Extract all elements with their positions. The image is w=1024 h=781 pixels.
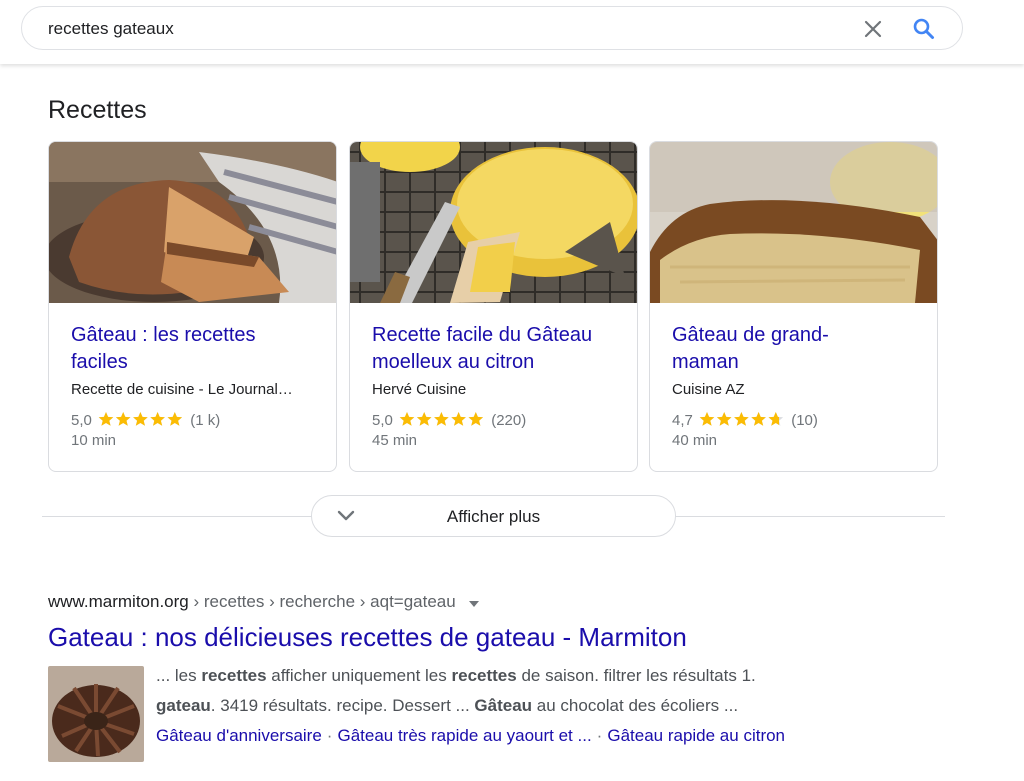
review-count: (1 k): [190, 412, 221, 429]
star-icon: [699, 412, 715, 426]
snippet-text: ... les: [156, 666, 202, 685]
rating-value: 5,0: [71, 412, 92, 429]
result-snippet-line: ... les recettes afficher uniquement les…: [156, 666, 1016, 686]
show-more-label: Afficher plus: [446, 507, 541, 526]
search-box[interactable]: [21, 6, 963, 50]
result-sitelinks: Gâteau d'anniversaire · Gâteau très rapide…: [156, 726, 785, 746]
recipe-title[interactable]: Gâteau : les recettes faciles: [71, 322, 321, 376]
result-snippet-line: gateau. 3419 résultats. recipe. Dessert …: [156, 696, 1016, 716]
recipe-source: Hervé Cuisine: [372, 381, 467, 398]
close-icon[interactable]: [860, 16, 886, 42]
recipe-source: Recette de cuisine - Le Journal…: [71, 381, 293, 398]
star-icon: [167, 412, 183, 426]
star-icon: [468, 412, 484, 426]
review-count: (10): [791, 412, 818, 429]
rating-row: 5,0 (1 k): [71, 411, 220, 431]
star-rating-icon: [399, 411, 485, 431]
star-icon: [115, 412, 131, 426]
recipe-title-line: Recette facile du Gâteau: [372, 324, 593, 346]
lemon-cake-photo: [350, 142, 637, 303]
result-domain: www.marmiton.org: [48, 592, 189, 611]
star-icon: [150, 412, 165, 426]
sitelink[interactable]: Gâteau d'anniversaire: [156, 726, 322, 745]
cook-time: 10 min: [71, 432, 117, 449]
rating-value: 5,0: [372, 412, 393, 429]
snippet-text: au chocolat des écoliers ...: [532, 696, 739, 715]
star-icon: [716, 412, 732, 426]
snippet-text: de saison. filtrer les résultats 1.: [516, 666, 756, 685]
recipe-card[interactable]: Recette facile du Gâteau moelleux au cit…: [349, 141, 638, 472]
caret-down-icon[interactable]: [468, 593, 480, 613]
recipe-title-line: maman: [672, 351, 739, 373]
recipe-card[interactable]: Gâteau de grand- maman Cuisine AZ 4,7 (1…: [649, 141, 938, 472]
snippet-text: . 3419 résultats. recipe. Dessert ...: [210, 696, 475, 715]
recipe-title[interactable]: Recette facile du Gâteau moelleux au cit…: [372, 322, 622, 376]
star-icon: [133, 412, 148, 426]
cook-time: 45 min: [372, 432, 418, 449]
recipe-card[interactable]: Gâteau : les recettes faciles Recette de…: [48, 141, 337, 472]
snippet-bold: gateau: [156, 696, 211, 715]
sitelink[interactable]: Gâteau très rapide au yaourt et ...: [337, 726, 591, 745]
search-icon[interactable]: [910, 15, 938, 43]
rating-row: 5,0 (220): [372, 411, 526, 431]
snippet-text: afficher uniquement les: [266, 666, 452, 685]
snippet-bold: recettes: [451, 666, 517, 685]
recipe-title-line: moelleux au citron: [372, 351, 535, 373]
star-icon: [434, 412, 449, 426]
show-more-button[interactable]: Afficher plus: [311, 495, 676, 537]
recipe-title-line: Gâteau de grand-: [672, 324, 829, 346]
chocolate-sponge-cake-photo: [49, 142, 336, 303]
recipe-title-line: Gâteau : les recettes: [71, 324, 256, 346]
star-rating-icon: [98, 411, 184, 431]
star-icon: [751, 412, 766, 426]
star-icon: [399, 412, 415, 426]
star-icon: [451, 412, 466, 426]
star-icon: [416, 412, 432, 426]
result-title-link[interactable]: Gateau : nos délicieuses recettes de gat…: [48, 622, 687, 653]
bundt-cake-photo[interactable]: [48, 666, 144, 762]
search-input[interactable]: [48, 18, 828, 40]
sitelink-separator: ·: [326, 726, 333, 745]
star-rating-icon: [699, 411, 785, 431]
review-count: (220): [491, 412, 527, 429]
rating-row: 4,7 (10): [672, 411, 818, 431]
star-icon: [768, 412, 784, 426]
recipe-source: Cuisine AZ: [672, 381, 745, 398]
sitelink-separator: ·: [596, 726, 603, 745]
recipe-title[interactable]: Gâteau de grand- maman: [672, 322, 922, 376]
sitelink[interactable]: Gâteau rapide au citron: [607, 726, 785, 745]
cook-time: 40 min: [672, 432, 718, 449]
recipe-title-line: faciles: [71, 351, 128, 373]
rating-value: 4,7: [672, 412, 693, 429]
loaf-cake-slice-photo: [650, 142, 937, 303]
star-icon: [98, 412, 114, 426]
snippet-bold: Gâteau: [474, 696, 533, 715]
snippet-bold: recettes: [201, 666, 267, 685]
section-title-recettes: Recettes: [48, 96, 147, 124]
result-path: › recettes › recherche › aqt=gateau: [188, 592, 456, 611]
search-header: [0, 0, 1024, 64]
star-icon: [734, 412, 749, 426]
result-breadcrumb: www.marmiton.org › recettes › recherche …: [48, 592, 480, 613]
